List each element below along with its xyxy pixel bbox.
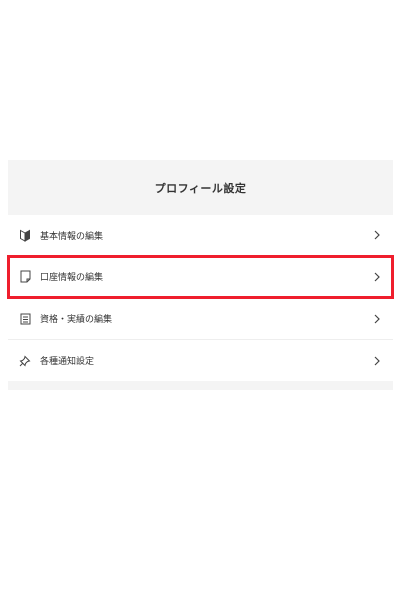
list-icon [18, 312, 32, 326]
menu-item-notification-settings[interactable]: 各種通知設定 [8, 340, 393, 381]
menu-list: 基本情報の編集 口座情報の編集 資格・実績の編集 各種通知設定 [7, 215, 394, 381]
menu-item-label: 基本情報の編集 [40, 231, 104, 242]
document-icon [18, 270, 32, 284]
menu-item-basic-info[interactable]: 基本情報の編集 [8, 215, 393, 256]
menu-item-account-info[interactable]: 口座情報の編集 [7, 255, 394, 299]
menu-item-qualifications[interactable]: 資格・実績の編集 [8, 298, 393, 340]
pin-icon [18, 354, 32, 368]
screen: プロフィール設定 基本情報の編集 口座情報の編集 資格・実績の編集 各種通知設定 [0, 0, 400, 600]
chevron-right-icon [373, 230, 381, 240]
profile-settings-panel: プロフィール設定 基本情報の編集 口座情報の編集 資格・実績の編集 各種通知設定 [7, 160, 394, 390]
menu-item-label: 資格・実績の編集 [40, 315, 113, 325]
menu-item-label: 口座情報の編集 [40, 273, 104, 283]
menu-item-label: 各種通知設定 [40, 357, 95, 367]
beginner-mark-icon [18, 228, 32, 242]
chevron-right-icon [373, 272, 381, 282]
page-title: プロフィール設定 [154, 181, 247, 195]
chevron-right-icon [373, 356, 381, 366]
chevron-right-icon [373, 314, 381, 324]
